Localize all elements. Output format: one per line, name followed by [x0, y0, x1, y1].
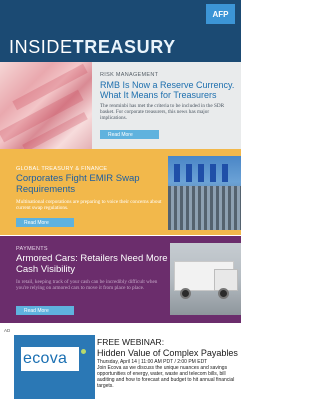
brand-title-part2: TREASURY: [72, 37, 176, 57]
header-banner: AFP INSIDETREASURY: [0, 0, 241, 62]
read-more-button[interactable]: Read More: [16, 218, 74, 227]
ad-text: FREE WEBINAR: Hidden Value of Complex Pa…: [97, 337, 239, 389]
story-category: RISK MANAGEMENT: [100, 72, 159, 78]
story-text: PAYMENTS Armored Cars: Retailers Need Mo…: [16, 246, 168, 291]
story-card-armored-cars: PAYMENTS Armored Cars: Retailers Need Mo…: [0, 236, 241, 323]
currency-notes-image[interactable]: [0, 62, 92, 152]
read-more-button[interactable]: Read More: [16, 306, 74, 315]
armored-truck-image[interactable]: [170, 243, 241, 315]
story-title-link[interactable]: RMB Is Now a Reserve Currency. What It M…: [100, 80, 237, 100]
ecova-logo-text: ecova: [23, 350, 68, 367]
story-text: GLOBAL TREASURY & FINANCE Corporates Fig…: [16, 166, 166, 211]
brand-title-part1: INSIDE: [9, 37, 73, 57]
eu-building-flags-image[interactable]: [168, 156, 241, 230]
story-title-link[interactable]: Corporates Fight EMIR Swap Requirements: [16, 173, 166, 195]
ad-label: AD: [4, 328, 11, 333]
story-card-emir: GLOBAL TREASURY & FINANCE Corporates Fig…: [0, 149, 241, 235]
newsletter-page: AFP INSIDETREASURY RISK MANAGEMENT RMB I…: [0, 0, 241, 399]
story-card-rmb: RISK MANAGEMENT RMB Is Now a Reserve Cur…: [0, 62, 241, 152]
story-description: The renminbi has met the criteria to be …: [100, 103, 225, 122]
ad-heading: FREE WEBINAR:: [97, 337, 165, 347]
afp-logo[interactable]: AFP: [206, 4, 235, 24]
story-description: Multinational corporations are preparing…: [16, 199, 162, 212]
ad-description: Join Ecova as we discuss the unique nuan…: [97, 364, 235, 389]
read-more-button[interactable]: Read More: [100, 130, 159, 139]
story-description: In retail, keeping track of your cash ca…: [16, 279, 158, 292]
story-text: RISK MANAGEMENT RMB Is Now a Reserve Cur…: [100, 72, 237, 122]
ad-title-link[interactable]: Hidden Value of Complex Payables: [97, 348, 239, 358]
brand-title: INSIDETREASURY: [9, 37, 176, 58]
story-category: GLOBAL TREASURY & FINANCE: [16, 166, 108, 172]
ecova-logo-dot-icon: [81, 349, 86, 354]
story-category: PAYMENTS: [16, 246, 48, 252]
story-title-link[interactable]: Armored Cars: Retailers Need More Cash V…: [16, 253, 168, 275]
ecova-ad-image[interactable]: ecova: [14, 335, 95, 399]
